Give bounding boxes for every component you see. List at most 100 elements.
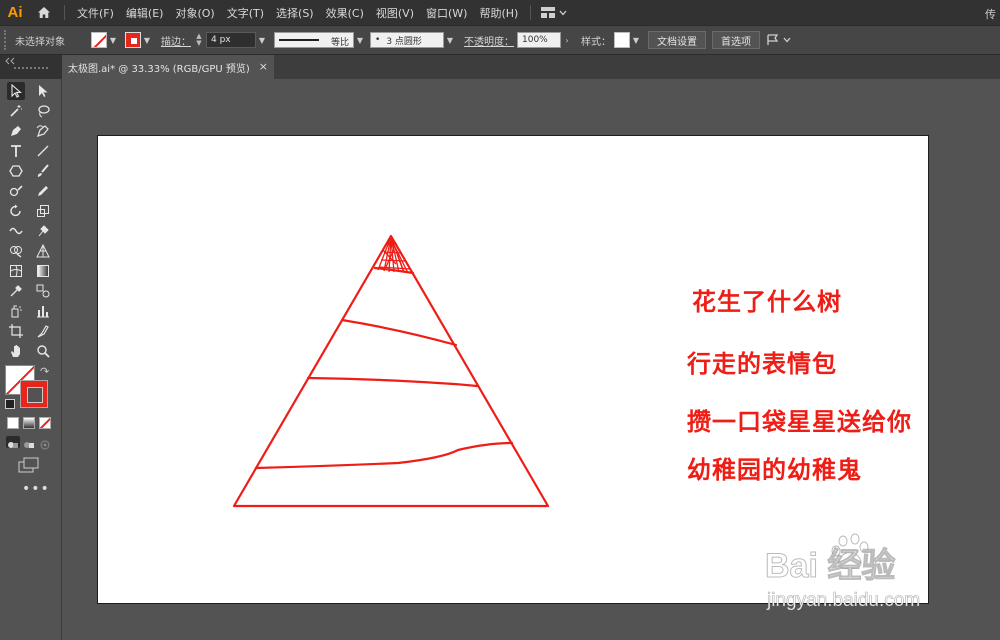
workspace-switcher[interactable] [541, 7, 567, 18]
mesh-tool-icon[interactable] [7, 262, 25, 280]
graphic-style-swatch[interactable] [614, 32, 630, 48]
column-graph-tool-icon[interactable] [34, 302, 52, 320]
gradient-tool-icon[interactable] [34, 262, 52, 280]
panel-grip[interactable] [4, 30, 12, 50]
pyramid-divider-3 [306, 376, 479, 388]
close-icon[interactable]: × [259, 60, 268, 73]
none-slash [40, 418, 50, 428]
stroke-weight-field[interactable]: 4 px [206, 32, 256, 48]
none-mode-icon[interactable] [39, 417, 51, 429]
menu-divider [530, 5, 532, 20]
stroke-label[interactable]: 描边： [161, 33, 191, 48]
opacity-label[interactable]: 不透明度： [464, 33, 514, 48]
more-tools-icon[interactable]: ••• [22, 481, 50, 497]
profile-label: 等比 [330, 38, 349, 48]
menu-bar: Ai 文件(F) 编辑(E) 对象(O) 文字(T) 选择(S) 效果(C) 视… [0, 0, 1000, 25]
shape-builder-tool-icon[interactable] [7, 242, 25, 260]
curvature-tool-icon[interactable] [34, 122, 52, 140]
brush-label: 3 点圆形 [386, 36, 422, 47]
toolbar-grip [14, 67, 48, 71]
paintbrush-tool-icon[interactable] [34, 162, 52, 180]
opacity-value: 100% [522, 35, 548, 45]
preferences-button[interactable]: 首选项 [712, 31, 760, 49]
document-tab-title: 太极图.ai* @ 33.33% (RGB/GPU 预览) [68, 63, 250, 75]
pyramid-divider-4 [254, 441, 514, 470]
chevron-down-icon[interactable]: ▼ [141, 32, 153, 48]
pyramid-outline [232, 234, 550, 508]
color-mode-icon[interactable] [7, 417, 19, 429]
watermark-url: jingyan.baidu.com [767, 590, 921, 612]
perspective-grid-tool-icon[interactable] [34, 242, 52, 260]
blend-tool-icon[interactable] [34, 282, 52, 300]
app-logo: Ai [7, 4, 23, 21]
direct-selection-tool-icon[interactable] [34, 82, 52, 100]
menu-select[interactable]: 选择(S) [270, 5, 320, 21]
width-tool-icon[interactable] [7, 222, 25, 240]
document-tab[interactable]: 太极图.ai* @ 33.33% (RGB/GPU 预览) × [62, 55, 274, 79]
pen-tool-icon[interactable] [7, 122, 25, 140]
hand-tool-icon[interactable] [7, 342, 25, 360]
control-bar: 未选择对象 ▼ ▼ 描边： ▲ ▼ 4 px ▼ 等比 ▼ • 3 点圆形 ▼ 不… [0, 25, 1000, 55]
menu-effect[interactable]: 效果(C) [320, 5, 370, 21]
chevron-right-icon[interactable]: › [561, 32, 573, 48]
default-colors-icon[interactable] [5, 399, 15, 409]
style-label: 样式： [581, 36, 611, 48]
art-text-line-2[interactable]: 行走的表情包 [687, 344, 837, 379]
chevron-down-icon[interactable]: ▼ [107, 32, 119, 48]
artboard-tool-icon[interactable] [7, 322, 25, 340]
shaper-tool-icon[interactable] [7, 182, 25, 200]
screen-mode-icon[interactable] [18, 457, 40, 473]
home-icon[interactable] [30, 0, 58, 25]
toolbar-header[interactable] [0, 55, 62, 79]
stroke-spinner-icon[interactable]: ▲ ▼ [194, 33, 204, 47]
zoom-tool-icon[interactable] [34, 342, 52, 360]
brush-definition[interactable]: • 3 点圆形 [370, 32, 444, 48]
chevron-down-icon[interactable]: ▼ [256, 32, 268, 48]
stroke-swatch[interactable] [125, 32, 141, 48]
stroke-color-icon[interactable] [20, 380, 48, 408]
draw-normal-icon[interactable] [6, 436, 20, 448]
menu-window[interactable]: 窗口(W) [420, 5, 473, 21]
rotate-tool-icon[interactable] [7, 202, 25, 220]
draw-behind-icon[interactable] [22, 436, 36, 448]
watermark-brand: Bai 经验 [764, 547, 896, 586]
polygon-tool-icon[interactable] [7, 162, 25, 180]
symbol-sprayer-tool-icon[interactable] [7, 302, 25, 320]
slice-tool-icon[interactable] [34, 322, 52, 340]
document-setup-button[interactable]: 文档设置 [648, 31, 706, 49]
chevron-down-icon[interactable]: ▼ [444, 32, 456, 48]
magic-wand-tool-icon[interactable] [7, 102, 25, 120]
selection-status: 未选择对象 [15, 36, 65, 48]
lasso-tool-icon[interactable] [34, 102, 52, 120]
draw-inside-icon[interactable] [38, 436, 52, 450]
type-tool-icon[interactable] [7, 142, 25, 160]
art-text-line-3[interactable]: 攒一口袋星星送给你 [687, 402, 912, 437]
pencil-tool-icon[interactable] [34, 182, 52, 200]
chevron-down-icon[interactable]: ▼ [630, 32, 642, 48]
menu-edit[interactable]: 编辑(E) [120, 5, 170, 21]
chevron-down-icon[interactable]: ▼ [354, 32, 366, 48]
menu-help[interactable]: 帮助(H) [473, 5, 524, 21]
variable-width-profile[interactable]: 等比 [274, 32, 354, 48]
chevron-down-icon [559, 10, 567, 15]
menu-type[interactable]: 文字(T) [221, 5, 270, 21]
menu-object[interactable]: 对象(O) [169, 5, 220, 21]
swap-colors-icon[interactable]: ↷ [40, 365, 49, 378]
line-tool-icon[interactable] [34, 142, 52, 160]
art-text-line-1[interactable]: 花生了什么树 [692, 282, 842, 317]
arrange-documents-button[interactable] [766, 34, 791, 46]
brush-dot-icon: • [375, 35, 381, 45]
gradient-mode-icon[interactable] [23, 417, 35, 429]
menu-view[interactable]: 视图(V) [370, 5, 420, 21]
scale-tool-icon[interactable] [34, 202, 52, 220]
menu-file[interactable]: 文件(F) [71, 5, 120, 21]
art-text-line-4[interactable]: 幼稚园的幼稚鬼 [687, 450, 862, 485]
fill-swatch[interactable] [91, 32, 107, 48]
menu-right-label[interactable]: 传 [985, 6, 996, 22]
eyedropper-tool-icon[interactable] [7, 282, 25, 300]
selection-tool-icon[interactable] [7, 82, 25, 100]
stroke-inner [27, 387, 43, 403]
opacity-field[interactable]: 100% [517, 32, 561, 48]
layout-grid-icon [541, 7, 556, 18]
puppet-warp-tool-icon[interactable] [34, 222, 52, 240]
